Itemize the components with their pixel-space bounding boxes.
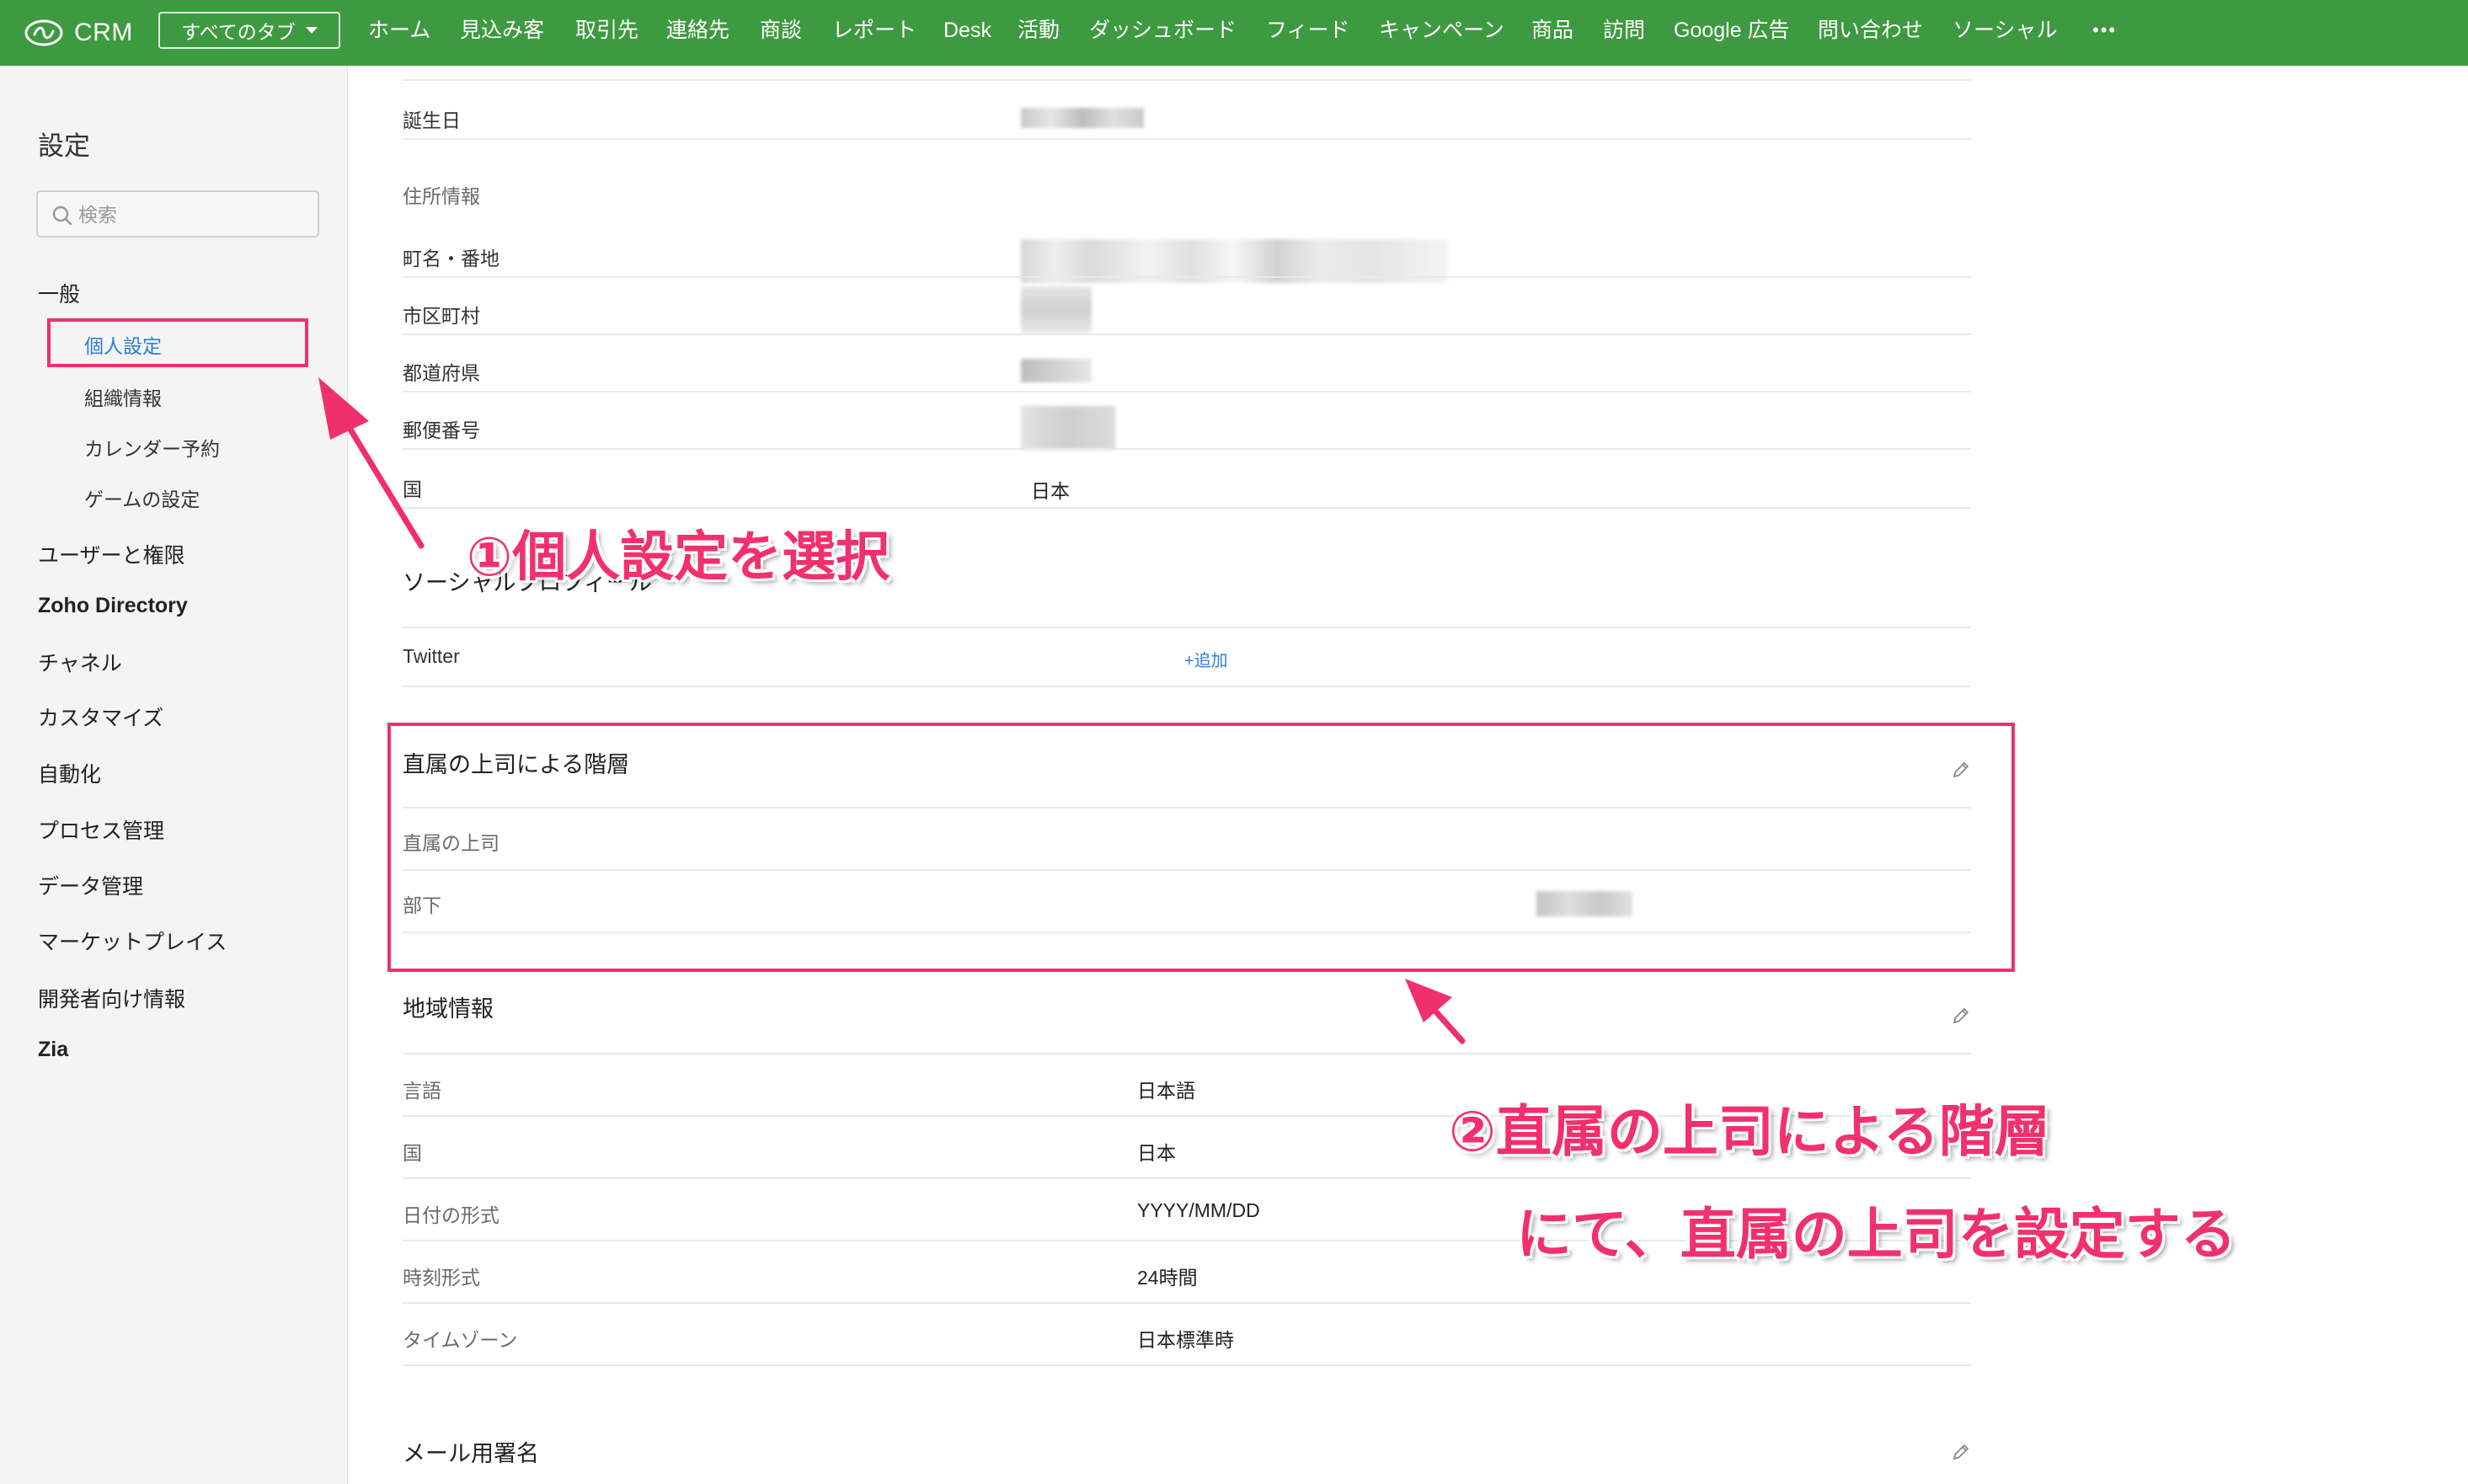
divider bbox=[403, 686, 1971, 687]
address-section-header: 住所情報 bbox=[403, 185, 480, 207]
nav-social[interactable]: ソーシャル bbox=[1952, 0, 2058, 66]
highlight-hierarchy-section bbox=[387, 723, 2015, 972]
postal-code-label: 郵便番号 bbox=[403, 419, 480, 441]
divider bbox=[403, 1364, 1971, 1366]
twitter-label: Twitter bbox=[403, 645, 460, 667]
locale-row-label: 言語 bbox=[403, 1080, 441, 1102]
divider bbox=[403, 507, 1971, 509]
search-input[interactable] bbox=[77, 200, 307, 229]
annotation-step2-line1: ②直属の上司による階層 bbox=[1449, 1100, 2050, 1162]
sidebar-section-zoho-directory[interactable]: Zoho Directory bbox=[38, 594, 188, 618]
nav-desk[interactable]: Desk bbox=[943, 0, 991, 66]
country-label: 国 bbox=[403, 478, 422, 500]
highlight-personal-settings bbox=[47, 318, 308, 367]
locale-row-value: 日本語 bbox=[1137, 1080, 1195, 1102]
city-label: 市区町村 bbox=[403, 305, 480, 327]
nav-visits[interactable]: 訪問 bbox=[1603, 0, 1645, 66]
signature-section-header: メール用署名 bbox=[403, 1441, 539, 1466]
sidebar-item-gamification[interactable]: ゲームの設定 bbox=[84, 483, 200, 512]
sidebar-section-process-management[interactable]: プロセス管理 bbox=[38, 814, 164, 845]
nav-inquiries[interactable]: 問い合わせ bbox=[1818, 0, 1923, 66]
annotation-step1: ①個人設定を選択 bbox=[467, 526, 890, 587]
nav-contacts[interactable]: 連絡先 bbox=[666, 0, 729, 66]
city-value-redacted bbox=[1021, 286, 1092, 334]
chevron-down-icon bbox=[305, 27, 318, 34]
sidebar-search[interactable] bbox=[36, 190, 319, 238]
locale-section-header: 地域情報 bbox=[403, 996, 494, 1022]
nav-google-ads[interactable]: Google 広告 bbox=[1674, 0, 1790, 66]
divider bbox=[403, 1177, 1971, 1179]
divider bbox=[403, 627, 1971, 628]
sidebar-section-automation[interactable]: 自動化 bbox=[38, 758, 101, 788]
sidebar-section-data-administration[interactable]: データ管理 bbox=[38, 870, 143, 900]
sidebar-title: 設定 bbox=[38, 131, 90, 161]
locale-row-value: 日本 bbox=[1137, 1142, 1176, 1164]
birthday-value-redacted bbox=[1021, 108, 1144, 128]
annotation-step2-line2: にて、直属の上司を設定する bbox=[1516, 1203, 2236, 1265]
street-label: 町名・番地 bbox=[403, 248, 499, 270]
app-name: CRM bbox=[74, 19, 133, 46]
birthday-label: 誕生日 bbox=[403, 109, 461, 131]
nav-activities[interactable]: 活動 bbox=[1018, 0, 1060, 66]
all-tabs-label: すべてのタブ bbox=[181, 21, 296, 43]
settings-sidebar: 設定 一般 個人設定 組織情報 カレンダー予約 ゲームの設定 ユーザーと権限 Z… bbox=[0, 66, 348, 1484]
sidebar-section-zia[interactable]: Zia bbox=[38, 1038, 68, 1062]
sidebar-section-marketplace[interactable]: マーケットプレイス bbox=[38, 926, 227, 956]
locale-row-label: 時刻形式 bbox=[403, 1267, 480, 1289]
nav-reports[interactable]: レポート bbox=[832, 0, 916, 66]
edit-pencil-icon[interactable] bbox=[1951, 1442, 1971, 1462]
divider bbox=[403, 1302, 1971, 1304]
locale-row-label: 日付の形式 bbox=[403, 1204, 499, 1226]
divider bbox=[403, 391, 1971, 392]
sidebar-section-general[interactable]: 一般 bbox=[38, 278, 80, 308]
all-tabs-dropdown[interactable]: すべてのタブ bbox=[158, 12, 340, 49]
divider bbox=[403, 334, 1971, 335]
country-value: 日本 bbox=[1031, 480, 1070, 502]
divider bbox=[403, 1053, 1971, 1054]
locale-row-value: YYYY/MM/DD bbox=[1137, 1199, 1260, 1221]
edit-pencil-icon[interactable] bbox=[1951, 1006, 1971, 1026]
sidebar-section-users-permissions[interactable]: ユーザーと権限 bbox=[38, 539, 185, 569]
nav-deals[interactable]: 商談 bbox=[760, 0, 802, 66]
prefecture-value-redacted bbox=[1021, 359, 1092, 382]
sidebar-section-customization[interactable]: カスタマイズ bbox=[38, 702, 163, 732]
nav-campaigns[interactable]: キャンペーン bbox=[1379, 0, 1504, 66]
locale-row-value: 日本標準時 bbox=[1137, 1329, 1234, 1351]
divider bbox=[403, 448, 1971, 450]
locale-row-label: 国 bbox=[403, 1142, 422, 1164]
sidebar-item-company-details[interactable]: 組織情報 bbox=[84, 382, 162, 411]
sidebar-section-channels[interactable]: チャネル bbox=[38, 647, 122, 677]
more-tabs-icon[interactable]: ••• bbox=[2092, 0, 2117, 66]
sidebar-item-calendar-booking[interactable]: カレンダー予約 bbox=[84, 433, 220, 462]
prefecture-label: 都道府県 bbox=[403, 362, 480, 384]
search-icon bbox=[52, 206, 72, 226]
divider bbox=[403, 276, 1971, 278]
top-navigation-bar: CRM すべてのタブ ホーム 見込み客 取引先 連絡先 商談 レポート Desk… bbox=[0, 0, 2468, 66]
nav-leads[interactable]: 見込み客 bbox=[460, 0, 544, 66]
nav-home[interactable]: ホーム bbox=[368, 0, 430, 66]
crm-logo-icon bbox=[24, 19, 63, 46]
locale-row-value: 24時間 bbox=[1137, 1267, 1198, 1289]
add-twitter-link[interactable]: +追加 bbox=[1184, 647, 1228, 671]
postal-code-value-redacted bbox=[1021, 406, 1115, 450]
nav-accounts[interactable]: 取引先 bbox=[575, 0, 638, 66]
nav-dashboards[interactable]: ダッシュボード bbox=[1089, 0, 1237, 66]
crm-logo[interactable]: CRM bbox=[24, 14, 133, 51]
nav-feeds[interactable]: フィード bbox=[1266, 0, 1350, 66]
nav-products[interactable]: 商品 bbox=[1531, 0, 1573, 66]
divider bbox=[403, 138, 1971, 140]
sidebar-section-developer-space[interactable]: 開発者向け情報 bbox=[38, 983, 185, 1013]
arrow-to-hierarchy-section bbox=[1405, 979, 1466, 1044]
locale-row-label: タイムゾーン bbox=[403, 1329, 518, 1351]
divider bbox=[403, 79, 1971, 81]
